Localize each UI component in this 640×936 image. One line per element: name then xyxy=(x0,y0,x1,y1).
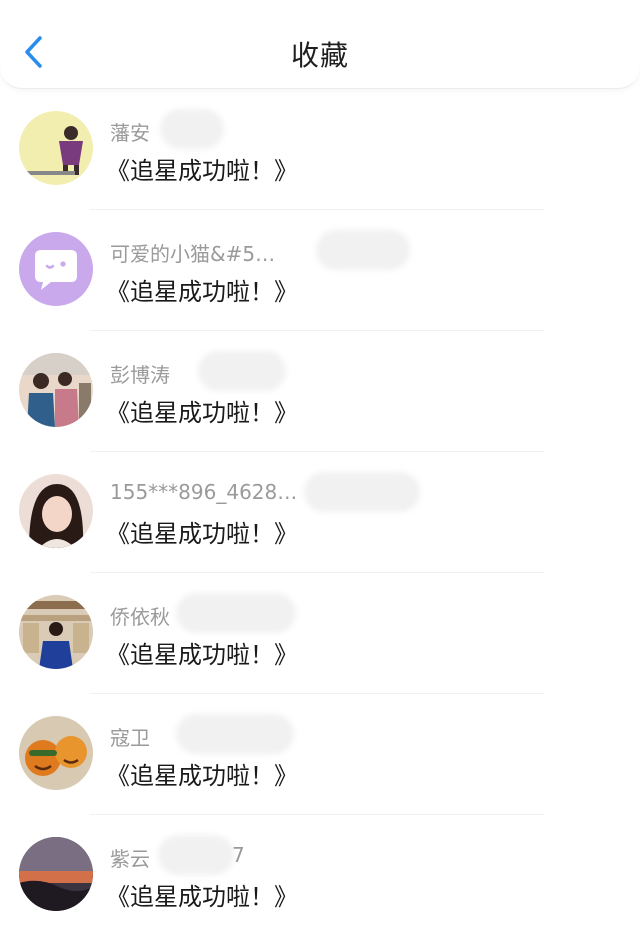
user-name: 侨依秋 xyxy=(110,605,170,629)
avatar[interactable] xyxy=(19,595,93,669)
redacted-blur xyxy=(198,351,286,391)
user-name: 寇卫 xyxy=(110,726,150,750)
favorite-title: 《追星成功啦！》 xyxy=(106,762,298,790)
redacted-blur xyxy=(316,230,410,270)
list-item[interactable]: 可爱的小猫&#5… 《追星成功啦！》 xyxy=(0,210,640,331)
list-item[interactable]: 紫云 7 《追星成功啦！》 xyxy=(0,815,640,936)
favorite-title: 《追星成功啦！》 xyxy=(106,641,298,669)
avatar[interactable] xyxy=(19,474,93,548)
favorite-title: 《追星成功啦！》 xyxy=(106,278,298,306)
user-name: 藩安 xyxy=(110,121,150,145)
page-title: 收藏 xyxy=(290,39,349,72)
top-bar: 收藏 xyxy=(0,0,640,89)
avatar[interactable] xyxy=(19,111,93,185)
favorite-title: 《追星成功啦！》 xyxy=(106,520,298,548)
redacted-blur xyxy=(304,472,420,512)
list-item[interactable]: 侨依秋 《追星成功啦！》 xyxy=(0,573,640,694)
avatar[interactable] xyxy=(19,353,93,427)
user-name-suffix: 7 xyxy=(232,843,245,867)
user-name: 可爱的小猫&#5… xyxy=(110,242,276,266)
avatar[interactable] xyxy=(19,716,93,790)
redacted-blur xyxy=(158,835,234,875)
user-name: 紫云 xyxy=(110,847,150,871)
favorite-title: 《追星成功啦！》 xyxy=(106,157,298,185)
redacted-blur xyxy=(176,714,294,754)
user-name: 彭博涛 xyxy=(110,363,170,387)
avatar[interactable] xyxy=(19,837,93,911)
favorite-title: 《追星成功啦！》 xyxy=(106,883,298,911)
favorite-title: 《追星成功啦！》 xyxy=(106,399,298,427)
list-item[interactable]: 藩安 《追星成功啦！》 xyxy=(0,89,640,210)
list-item[interactable]: 寇卫 《追星成功啦！》 xyxy=(0,694,640,815)
list-item[interactable]: 155***896_4628… 《追星成功啦！》 xyxy=(0,452,640,573)
favorites-list: 藩安 《追星成功啦！》 可爱的小猫&#5… 《追星成功啦！》 彭博涛 《追星成功… xyxy=(0,89,640,936)
list-item[interactable]: 彭博涛 《追星成功啦！》 xyxy=(0,331,640,452)
redacted-blur xyxy=(176,593,296,633)
user-name: 155***896_4628… xyxy=(110,480,298,504)
avatar[interactable] xyxy=(19,232,93,306)
redacted-blur xyxy=(160,109,224,149)
